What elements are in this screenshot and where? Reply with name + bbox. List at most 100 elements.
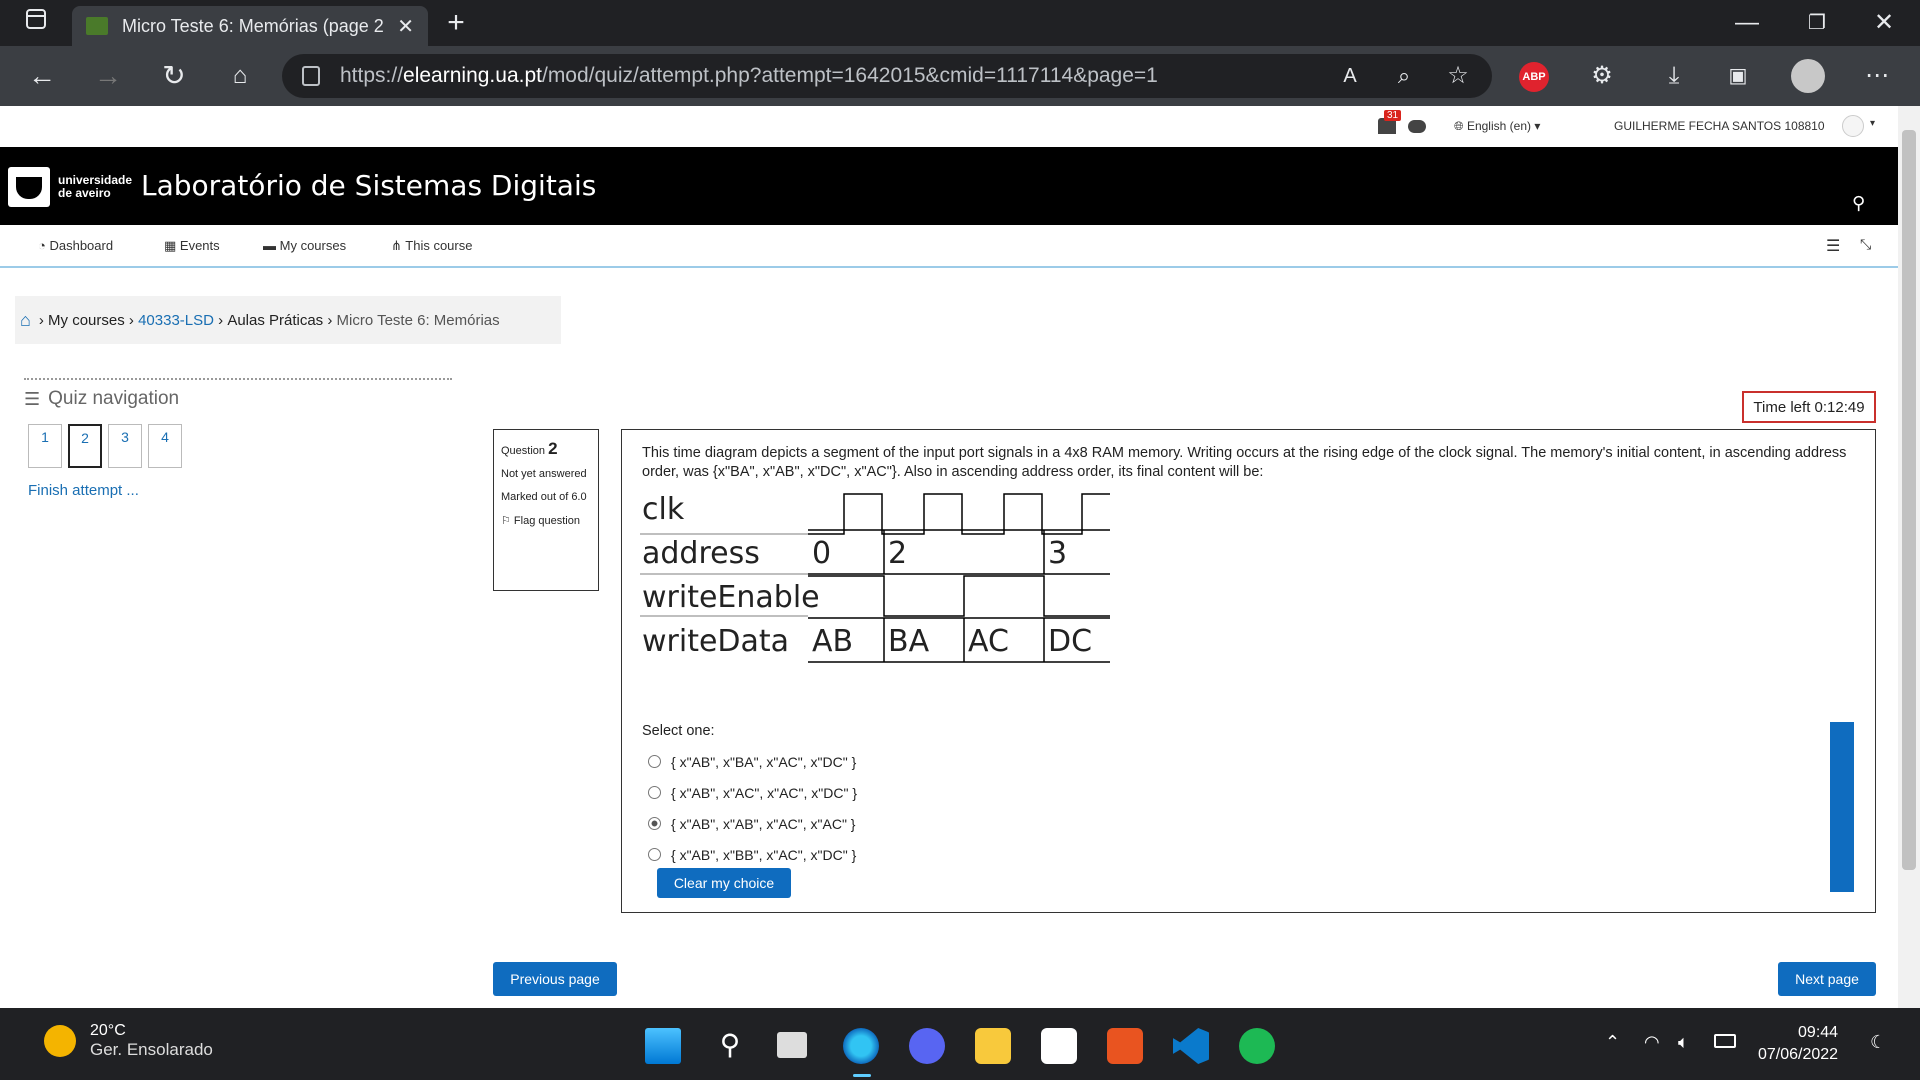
messages-icon[interactable] — [1408, 120, 1426, 133]
clock-date: 07/06/2022 — [1758, 1045, 1839, 1063]
start-icon[interactable] — [645, 1028, 681, 1064]
time-left: Time left 0:12:49 — [1742, 391, 1876, 423]
search-icon[interactable]: ⚲ — [1852, 193, 1865, 214]
answer-option[interactable]: { x"AB", x"AB", x"AC", x"AC" } — [648, 808, 857, 839]
new-tab-icon[interactable]: + — [436, 3, 476, 43]
spotify-icon[interactable] — [1239, 1028, 1275, 1064]
finish-attempt-link[interactable]: Finish attempt ... — [28, 482, 139, 499]
flag-icon: ⚐ — [501, 514, 514, 527]
minimize-icon[interactable]: — — [1727, 3, 1767, 43]
language-menu[interactable]: 🌐︎ English (en) ▾ — [1454, 119, 1540, 134]
writedata-value-4: DC — [1048, 624, 1093, 659]
home-icon[interactable]: ⌂ — [220, 56, 260, 96]
radio-button[interactable] — [648, 848, 661, 861]
user-menu[interactable]: GUILHERME FECHA SANTOS 108810 — [1614, 119, 1825, 133]
tray-expand-icon[interactable]: ⌃ — [1605, 1032, 1620, 1053]
back-icon[interactable]: ← — [22, 56, 62, 96]
site-header: universidade de aveiro Laboratório de Si… — [0, 147, 1898, 225]
university-logo[interactable]: universidade de aveiro — [8, 167, 132, 207]
clock[interactable]: 09:44 07/06/2022 — [1758, 1022, 1838, 1065]
answer-option[interactable]: { x"AB", x"AC", x"AC", x"DC" } — [648, 777, 857, 808]
search-taskbar-icon[interactable]: ⚲ — [712, 1028, 748, 1064]
tab-actions-icon[interactable] — [16, 3, 56, 43]
nav-dashboard[interactable]: ◔ Dashboard — [38, 238, 113, 253]
nav-my-courses[interactable]: ▬ My courses — [263, 238, 346, 253]
nav-events[interactable]: ▦ Events — [164, 238, 220, 254]
scroll-thumb[interactable] — [1902, 130, 1916, 870]
address-value-4: 3 — [1048, 536, 1068, 571]
refresh-icon[interactable]: ↻ — [154, 56, 194, 96]
radio-button[interactable] — [648, 786, 661, 799]
site-title[interactable]: Laboratório de Sistemas Digitais — [141, 169, 596, 202]
collapse-icon[interactable]: ⤡ — [1860, 236, 1871, 253]
forward-icon[interactable]: → — [88, 56, 128, 96]
extensions-icon[interactable]: ⚙ — [1582, 56, 1622, 96]
breadcrumb-course[interactable]: 40333-LSD — [138, 312, 214, 329]
weather-temp: 20°C — [90, 1022, 126, 1039]
file-explorer-icon[interactable] — [975, 1028, 1011, 1064]
notification-center-icon[interactable]: ☾ — [1870, 1032, 1886, 1053]
question-label: Question — [501, 445, 546, 457]
address-bar[interactable]: https:// elearning.ua.pt /mod/quiz/attem… — [282, 54, 1492, 98]
answer-option[interactable]: { x"AB", x"BA", x"AC", x"DC" } — [648, 746, 857, 777]
ubuntu-icon[interactable] — [1107, 1028, 1143, 1064]
user-avatar[interactable] — [1842, 115, 1864, 137]
answer-option[interactable]: { x"AB", x"BB", x"AC", x"DC" } — [648, 839, 857, 870]
breadcrumb-section[interactable]: Aulas Práticas — [227, 312, 323, 329]
breadcrumb: ⌂ › My courses › 40333-LSD › Aulas Práti… — [15, 296, 561, 344]
task-view-icon[interactable] — [777, 1032, 807, 1058]
quiz-question-1[interactable]: 1 — [28, 424, 62, 468]
downloads-icon[interactable]: ⤓ — [1654, 56, 1694, 96]
battery-icon[interactable] — [1714, 1034, 1736, 1048]
math-solver-icon[interactable]: ▣ — [1718, 56, 1758, 96]
page-scrollbar[interactable] — [1898, 106, 1920, 1008]
quiz-question-3[interactable]: 3 — [108, 424, 142, 468]
quiz-question-4[interactable]: 4 — [148, 424, 182, 468]
browser-toolbar: ← → ↻ ⌂ https:// elearning.ua.pt /mod/qu… — [0, 46, 1920, 106]
breadcrumb-my-courses[interactable]: My courses — [48, 312, 125, 329]
read-aloud-icon[interactable]: A — [1330, 56, 1370, 96]
lock-icon — [302, 66, 320, 86]
list-view-icon[interactable]: ☰ — [1826, 236, 1840, 256]
user-name: GUILHERME FECHA SANTOS 108810 — [1614, 119, 1825, 133]
flag-question[interactable]: ⚐ Flag question — [501, 514, 591, 529]
quiz-nav-title: Quiz navigation — [48, 388, 180, 409]
signal-write-data: writeData — [642, 624, 790, 659]
home-breadcrumb-icon[interactable]: ⌂ — [20, 310, 31, 331]
volume-icon[interactable]: 🔈︎ — [1678, 1032, 1689, 1053]
discord-icon[interactable] — [909, 1028, 945, 1064]
close-tab-icon[interactable]: ✕ — [397, 14, 414, 39]
zoom-icon[interactable]: ⌕ — [1384, 56, 1424, 96]
microsoft-store-icon[interactable] — [1041, 1028, 1077, 1064]
main-nav: ◔ Dashboard ▦ Events ▬ My courses ⋔ This… — [0, 226, 1898, 268]
close-window-icon[interactable]: ✕ — [1864, 3, 1904, 43]
question-text: This time diagram depicts a segment of t… — [642, 445, 1847, 480]
question-content: This time diagram depicts a segment of t… — [621, 429, 1876, 913]
clear-choice-button[interactable]: Clear my choice — [657, 868, 791, 898]
radio-button[interactable] — [648, 755, 661, 768]
question-status: Not yet answered — [501, 467, 587, 480]
address-value-2: 2 — [888, 536, 908, 571]
favorites-icon[interactable]: ☆ — [1438, 56, 1478, 96]
next-page-button[interactable]: Next page — [1778, 962, 1876, 996]
previous-page-button[interactable]: Previous page — [493, 962, 617, 996]
answer-options: { x"AB", x"BA", x"AC", x"DC" } { x"AB", … — [648, 746, 857, 870]
globe-icon: 🌐︎ — [1454, 119, 1464, 133]
logo-line2: de aveiro — [58, 186, 111, 200]
weather-widget[interactable]: 20°C Ger. Ensolarado — [44, 1022, 213, 1060]
nav-this-course[interactable]: ⋔ This course — [391, 238, 472, 254]
clock-time: 09:44 — [1798, 1024, 1839, 1041]
restore-icon[interactable]: ❐ — [1797, 3, 1837, 43]
radio-button[interactable] — [648, 817, 661, 830]
wifi-icon[interactable]: ◠ — [1644, 1032, 1660, 1053]
quiz-question-2[interactable]: 2 — [68, 424, 102, 468]
user-menu-caret-icon[interactable]: ▾ — [1870, 118, 1875, 129]
profile-avatar[interactable] — [1791, 59, 1825, 93]
browser-tab[interactable]: Micro Teste 6: Memórias (page 2 ✕ — [72, 6, 428, 46]
quiz-navigation: ☰ Quiz navigation 1 2 3 4 Finish attempt… — [24, 378, 452, 499]
adblock-icon[interactable]: ABP — [1519, 62, 1549, 92]
edge-browser-icon[interactable] — [843, 1028, 879, 1064]
notification-count: 31 — [1384, 110, 1402, 121]
vscode-icon[interactable] — [1173, 1028, 1209, 1064]
more-menu-icon[interactable]: ⋯ — [1857, 56, 1897, 96]
